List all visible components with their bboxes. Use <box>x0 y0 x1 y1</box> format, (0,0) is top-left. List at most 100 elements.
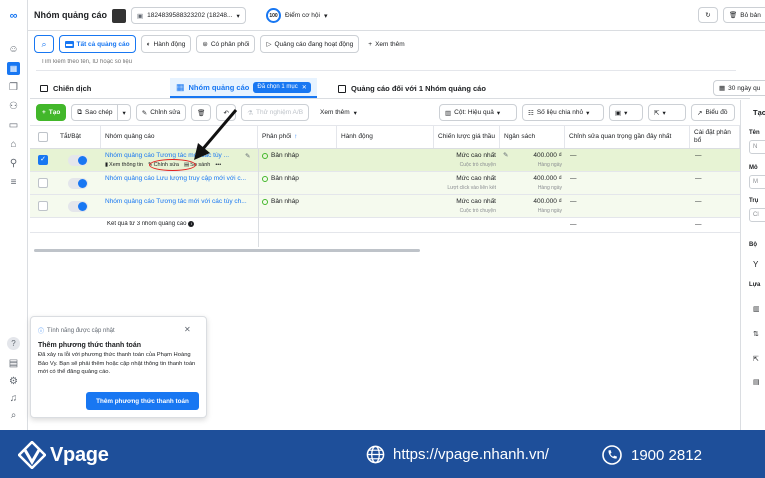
discard-button[interactable]: 🗑 Bỏ bản <box>723 7 765 23</box>
filter-has-delivery[interactable]: ⊜ Có phân phối <box>196 35 256 53</box>
report-icon[interactable]: ▤ <box>7 357 20 370</box>
budget-value: 400.000 ₫ <box>533 152 562 159</box>
see-more-filters[interactable]: + Xem thêm <box>364 41 404 48</box>
level-tabs: Chiến dịch ▦ Nhóm quảng cáo Đã chọn 1 mụ… <box>30 78 765 99</box>
tab-campaign[interactable]: Chiến dịch <box>40 84 91 93</box>
vpage-logo: Vpage <box>18 441 109 469</box>
row-toggle[interactable] <box>68 178 88 189</box>
panel-input[interactable]: M <box>749 175 765 189</box>
close-icon[interactable]: ✕ <box>302 84 307 91</box>
col-toggle[interactable]: Tắt/Bật <box>56 126 101 148</box>
close-icon[interactable]: ✕ <box>184 325 191 334</box>
breakdown-icon: ☷ <box>528 109 534 117</box>
col-delivery[interactable]: Phân phối ↑ <box>258 126 337 148</box>
smiley-icon[interactable]: ☺ <box>7 43 20 56</box>
panel-input[interactable]: Cl <box>749 208 765 222</box>
row-checkbox[interactable]: ✓ <box>38 155 48 165</box>
panel-label: Trụ <box>749 198 759 204</box>
settings-icon[interactable]: ⚙ <box>7 375 20 388</box>
view-more-dropdown[interactable]: Xem thêm ▾ <box>314 109 363 117</box>
horizontal-scrollbar[interactable] <box>34 249 420 252</box>
pencil-icon[interactable]: ✎ <box>245 152 250 160</box>
account-selector[interactable]: ▣ 1824839588323202 (18248... ▾ <box>112 7 246 24</box>
select-all-checkbox[interactable] <box>38 132 48 142</box>
meta-logo-icon[interactable]: ∞ <box>7 9 20 22</box>
charts-button[interactable]: ↗ Biểu đồ <box>691 104 735 121</box>
export-dropdown[interactable]: ⇱ ▾ <box>648 104 686 121</box>
add-payment-button[interactable]: Thêm phương thức thanh toán <box>86 392 199 410</box>
columns-icon[interactable]: ▥ <box>753 305 760 313</box>
search-icon[interactable]: ⌕ <box>7 409 20 422</box>
col-budget[interactable]: Ngân sách <box>500 126 565 148</box>
allocation: — <box>695 198 702 205</box>
info-icon: ⓘ <box>38 329 45 335</box>
selected-chip[interactable]: Đã chọn 1 mục ✕ <box>253 81 311 93</box>
row-checkbox[interactable] <box>38 178 48 188</box>
breakdown-dropdown[interactable]: ☷ Số liệu chia nhỏ ▾ <box>522 104 604 121</box>
pages-icon[interactable]: ❐ <box>7 81 20 94</box>
pointer-arrow-icon <box>194 109 238 160</box>
columns-dropdown[interactable]: ▥ Cột: Hiệu quả ▾ <box>439 104 517 121</box>
duplicate-button[interactable]: ⧉ Sao chép <box>71 104 119 121</box>
reports-dropdown[interactable]: ▣ ▾ <box>609 104 643 121</box>
ads-icon: ▷ <box>266 41 272 48</box>
left-nav-rail: ∞ ☺ ▦ ❐ ⚇ ▭ ⌂ ⚲ ≡ ? ▤ ⚙ ♫ ⌕ <box>0 0 28 430</box>
ab-test-button[interactable]: ⚗ Thử nghiệm A/B <box>241 104 310 121</box>
chevron-down-icon: ▾ <box>236 12 240 20</box>
delivery-status: Bản nháp <box>262 175 299 182</box>
search-input[interactable] <box>36 59 736 65</box>
row-toggle[interactable] <box>68 155 88 166</box>
view-info-link[interactable]: ▮ Xem thông tin <box>105 162 143 168</box>
filter-action[interactable]: ◐ Hành động <box>140 35 192 53</box>
tab-adsets[interactable]: ▦ Nhóm quảng cáo Đã chọn 1 mục ✕ <box>170 78 317 98</box>
edit-button[interactable]: ✎ Chỉnh sửa <box>135 104 187 121</box>
sort-icon[interactable]: ⇅ <box>753 330 759 338</box>
filter-active-ads[interactable]: ▷ Quảng cáo đang hoạt động <box>260 35 360 53</box>
tab-ads[interactable]: Quảng cáo đối với 1 Nhóm quảng cáo <box>338 84 486 93</box>
filter-all-ads[interactable]: ▬ Tất cả quảng cáo <box>59 35 136 53</box>
copy-icon: ⧉ <box>77 108 83 116</box>
table-icon[interactable]: ▦ <box>7 62 20 75</box>
col-action[interactable]: Hành động <box>337 126 434 148</box>
store-icon[interactable]: ⌂ <box>7 138 20 151</box>
col-bid-strategy[interactable]: Chiến lược giá thầu <box>434 126 500 148</box>
row-toggle[interactable] <box>68 201 88 212</box>
export-icon[interactable]: ⇱ <box>753 355 759 363</box>
notification-header: ⓘ Tính năng được cập nhật <box>38 327 115 336</box>
menu-icon[interactable]: ≡ <box>7 176 20 189</box>
help-icon[interactable]: ? <box>7 337 20 350</box>
adset-name-link[interactable]: Nhóm quảng cáo Tương tác mới với các tùy… <box>105 198 255 205</box>
chevron-down-icon: ▾ <box>586 109 590 117</box>
phone-icon <box>602 445 622 465</box>
website-link[interactable]: https://vpage.nhanh.vn/ <box>366 445 549 464</box>
plus-icon: + <box>368 40 373 48</box>
panel-label: Bộ <box>749 242 757 248</box>
top-bar: Nhóm quảng cáo ▣ 1824839588323202 (18248… <box>28 0 765 31</box>
bid-strategy: Mức cao nhất <box>456 175 496 182</box>
row-checkbox[interactable] <box>38 201 48 211</box>
budget-period: Hàng ngày <box>537 162 562 168</box>
date-range-picker[interactable]: ▦ 30 ngày qu <box>713 80 765 96</box>
filter-icon[interactable]: Y <box>753 260 758 269</box>
search-button[interactable]: ⌕ <box>34 35 54 53</box>
create-button[interactable]: + Tạo <box>36 104 67 121</box>
bell-icon[interactable]: ♫ <box>7 392 20 405</box>
duplicate-dropdown[interactable]: ▾ <box>118 104 131 121</box>
more-actions[interactable]: ••• <box>215 162 221 168</box>
audience-icon[interactable]: ⚇ <box>7 100 20 113</box>
col-allocation[interactable]: Cài đặt phân bổ <box>690 126 740 148</box>
calendar-icon: ▦ <box>719 85 726 92</box>
col-recent-edits[interactable]: Chỉnh sửa quan trọng gần đây nhất <box>565 126 690 148</box>
refresh-button[interactable]: ↻ <box>698 7 718 23</box>
panel-input[interactable]: N <box>749 140 765 154</box>
pencil-icon[interactable]: ✎ <box>503 151 508 159</box>
opportunity-score[interactable]: 100 Điểm cơ hội ▾ <box>266 8 327 23</box>
adset-name-link[interactable]: Nhóm quảng cáo Lưu lượng truy cập mới vớ… <box>105 175 255 182</box>
chart-icon: ↗ <box>697 109 703 117</box>
people-icon[interactable]: ⚲ <box>7 157 20 170</box>
hotline[interactable]: 1900 2812 <box>602 445 702 465</box>
billing-icon[interactable]: ▭ <box>7 119 20 132</box>
right-panel: Tạo Tên N Mô M Trụ Cl Bộ Y Lựa ▥ ⇅ ⇱ ▤ <box>741 100 765 430</box>
chevron-down-icon: ▾ <box>323 12 328 20</box>
report-icon[interactable]: ▤ <box>753 378 760 386</box>
